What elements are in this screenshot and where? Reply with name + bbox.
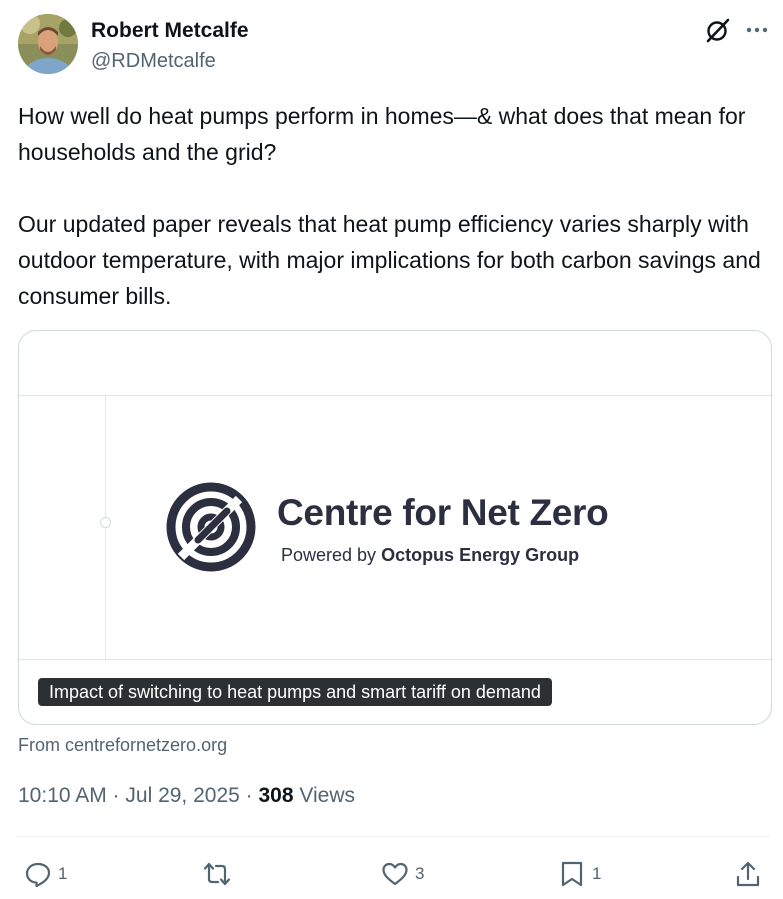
bookmark-button[interactable]: 1 — [558, 858, 601, 890]
link-card[interactable]: Centre for Net Zero Powered by Octopus E… — [18, 330, 772, 725]
card-divider — [19, 659, 771, 660]
divider — [18, 836, 770, 837]
tweet-paragraph: Our updated paper reveals that heat pump… — [18, 211, 761, 309]
logo-sub-prefix: Powered by — [281, 545, 382, 565]
views-label: Views — [293, 784, 356, 807]
logo-sub-brand: Octopus Energy Group — [381, 545, 580, 565]
repost-button[interactable] — [203, 858, 237, 890]
bookmark-icon — [561, 861, 583, 887]
reply-button[interactable]: 1 — [24, 858, 67, 890]
share-icon — [736, 861, 760, 887]
views-count: 308 — [258, 784, 294, 807]
timestamp[interactable]: 10:10 AM · Jul 29, 2025 · — [18, 784, 258, 807]
bookmark-count: 1 — [592, 864, 602, 883]
more-icon[interactable] — [744, 17, 770, 43]
tweet-text: How well do heat pumps perform in homes—… — [18, 98, 763, 314]
tweet-meta: 10:10 AM · Jul 29, 2025 · 308 Views — [18, 781, 355, 811]
logo-subtitle: Powered by Octopus Energy Group — [281, 543, 579, 567]
like-button[interactable]: 3 — [381, 858, 424, 890]
logo-title: Centre for Net Zero — [277, 492, 609, 533]
like-count: 3 — [415, 864, 425, 883]
tweet-paragraph: How well do heat pumps perform in homes—… — [18, 103, 746, 165]
reply-count: 1 — [58, 864, 68, 883]
centre-for-net-zero-logo-icon — [165, 481, 257, 573]
reply-icon — [25, 862, 51, 888]
author-handle[interactable]: @RDMetcalfe — [91, 48, 216, 74]
heart-icon — [382, 862, 408, 886]
grok-icon[interactable] — [704, 16, 732, 44]
share-button[interactable] — [734, 858, 762, 890]
card-dot — [100, 517, 111, 528]
avatar[interactable] — [18, 14, 78, 74]
card-divider — [19, 395, 771, 396]
card-caption: Impact of switching to heat pumps and sm… — [38, 678, 552, 706]
author-name[interactable]: Robert Metcalfe — [91, 17, 249, 45]
repost-icon — [203, 862, 231, 886]
source-link[interactable]: From centrefornetzero.org — [18, 732, 227, 758]
